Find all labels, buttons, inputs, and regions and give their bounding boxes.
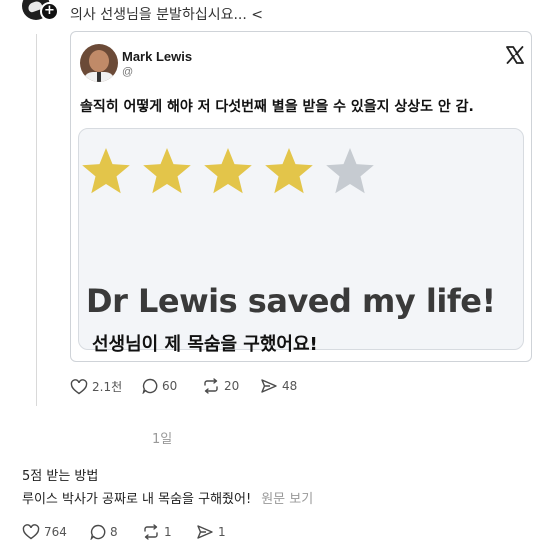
- repost-icon: [144, 524, 158, 540]
- star-filled-icon: [265, 148, 313, 194]
- comment-like-count: 764: [44, 525, 67, 539]
- heart-icon: [22, 524, 40, 540]
- reply-button[interactable]: 60: [142, 378, 177, 394]
- comment-actions-bar: 764 8 1 1: [22, 524, 242, 544]
- repost-icon: [204, 378, 218, 394]
- repost-count: 20: [224, 379, 240, 393]
- share-count: 48: [282, 379, 298, 393]
- follow-plus-icon[interactable]: +: [40, 2, 59, 21]
- comment-share-button[interactable]: 1: [196, 524, 226, 540]
- share-button[interactable]: 48: [260, 378, 297, 394]
- comment-icon: [142, 378, 158, 394]
- post-text: 의사 선생님을 분발하십시요... <: [70, 7, 263, 23]
- post-timestamp: 1일: [152, 432, 173, 447]
- comment-share-count: 1: [218, 525, 226, 539]
- comment-icon: [90, 524, 106, 540]
- see-original-link[interactable]: 원문 보기: [261, 492, 313, 507]
- x-logo-icon: [506, 46, 524, 64]
- star-filled-icon: [82, 148, 130, 194]
- star-empty-icon: [326, 148, 374, 194]
- thread-line: [36, 34, 37, 406]
- like-count: 2.1천: [92, 380, 123, 394]
- post-actions-bar: 2.1천 60 20 48: [70, 378, 330, 398]
- reply-count: 60: [162, 379, 178, 393]
- comment-body: 루이스 박사가 공짜로 내 목숨을 구해줬어! 원문 보기: [22, 488, 313, 507]
- review-quote: Dr Lewis saved my life!: [86, 282, 496, 320]
- tweet-author-name: Mark Lewis: [122, 49, 193, 64]
- comment-like-button[interactable]: 764: [22, 524, 67, 540]
- star-filled-icon: [143, 148, 191, 194]
- comment-repost-button[interactable]: 1: [142, 524, 172, 540]
- send-icon: [197, 525, 213, 539]
- comment-text: 루이스 박사가 공짜로 내 목숨을 구해줬어!: [22, 492, 252, 507]
- star-filled-icon: [204, 148, 252, 194]
- send-icon: [261, 379, 277, 393]
- tweet-author-handle: @: [122, 66, 134, 78]
- user-avatar[interactable]: +: [22, 0, 59, 22]
- heart-icon: [70, 378, 88, 394]
- tweet-author-avatar: [80, 44, 118, 82]
- tweet-body-text: 솔직히 어떻게 해야 저 다섯번째 별을 받을 수 있을지 상상도 안 감.: [80, 99, 474, 115]
- comment-title: 5점 받는 방법: [22, 469, 99, 484]
- comment-repost-count: 1: [164, 525, 172, 539]
- comment-reply-count: 8: [110, 525, 118, 539]
- like-button[interactable]: 2.1천: [70, 378, 122, 395]
- review-quote-translation: 선생님이 제 목숨을 구했어요!: [92, 334, 318, 355]
- comment-reply-button[interactable]: 8: [90, 524, 118, 540]
- star-rating: [82, 148, 374, 194]
- repost-button[interactable]: 20: [202, 378, 239, 394]
